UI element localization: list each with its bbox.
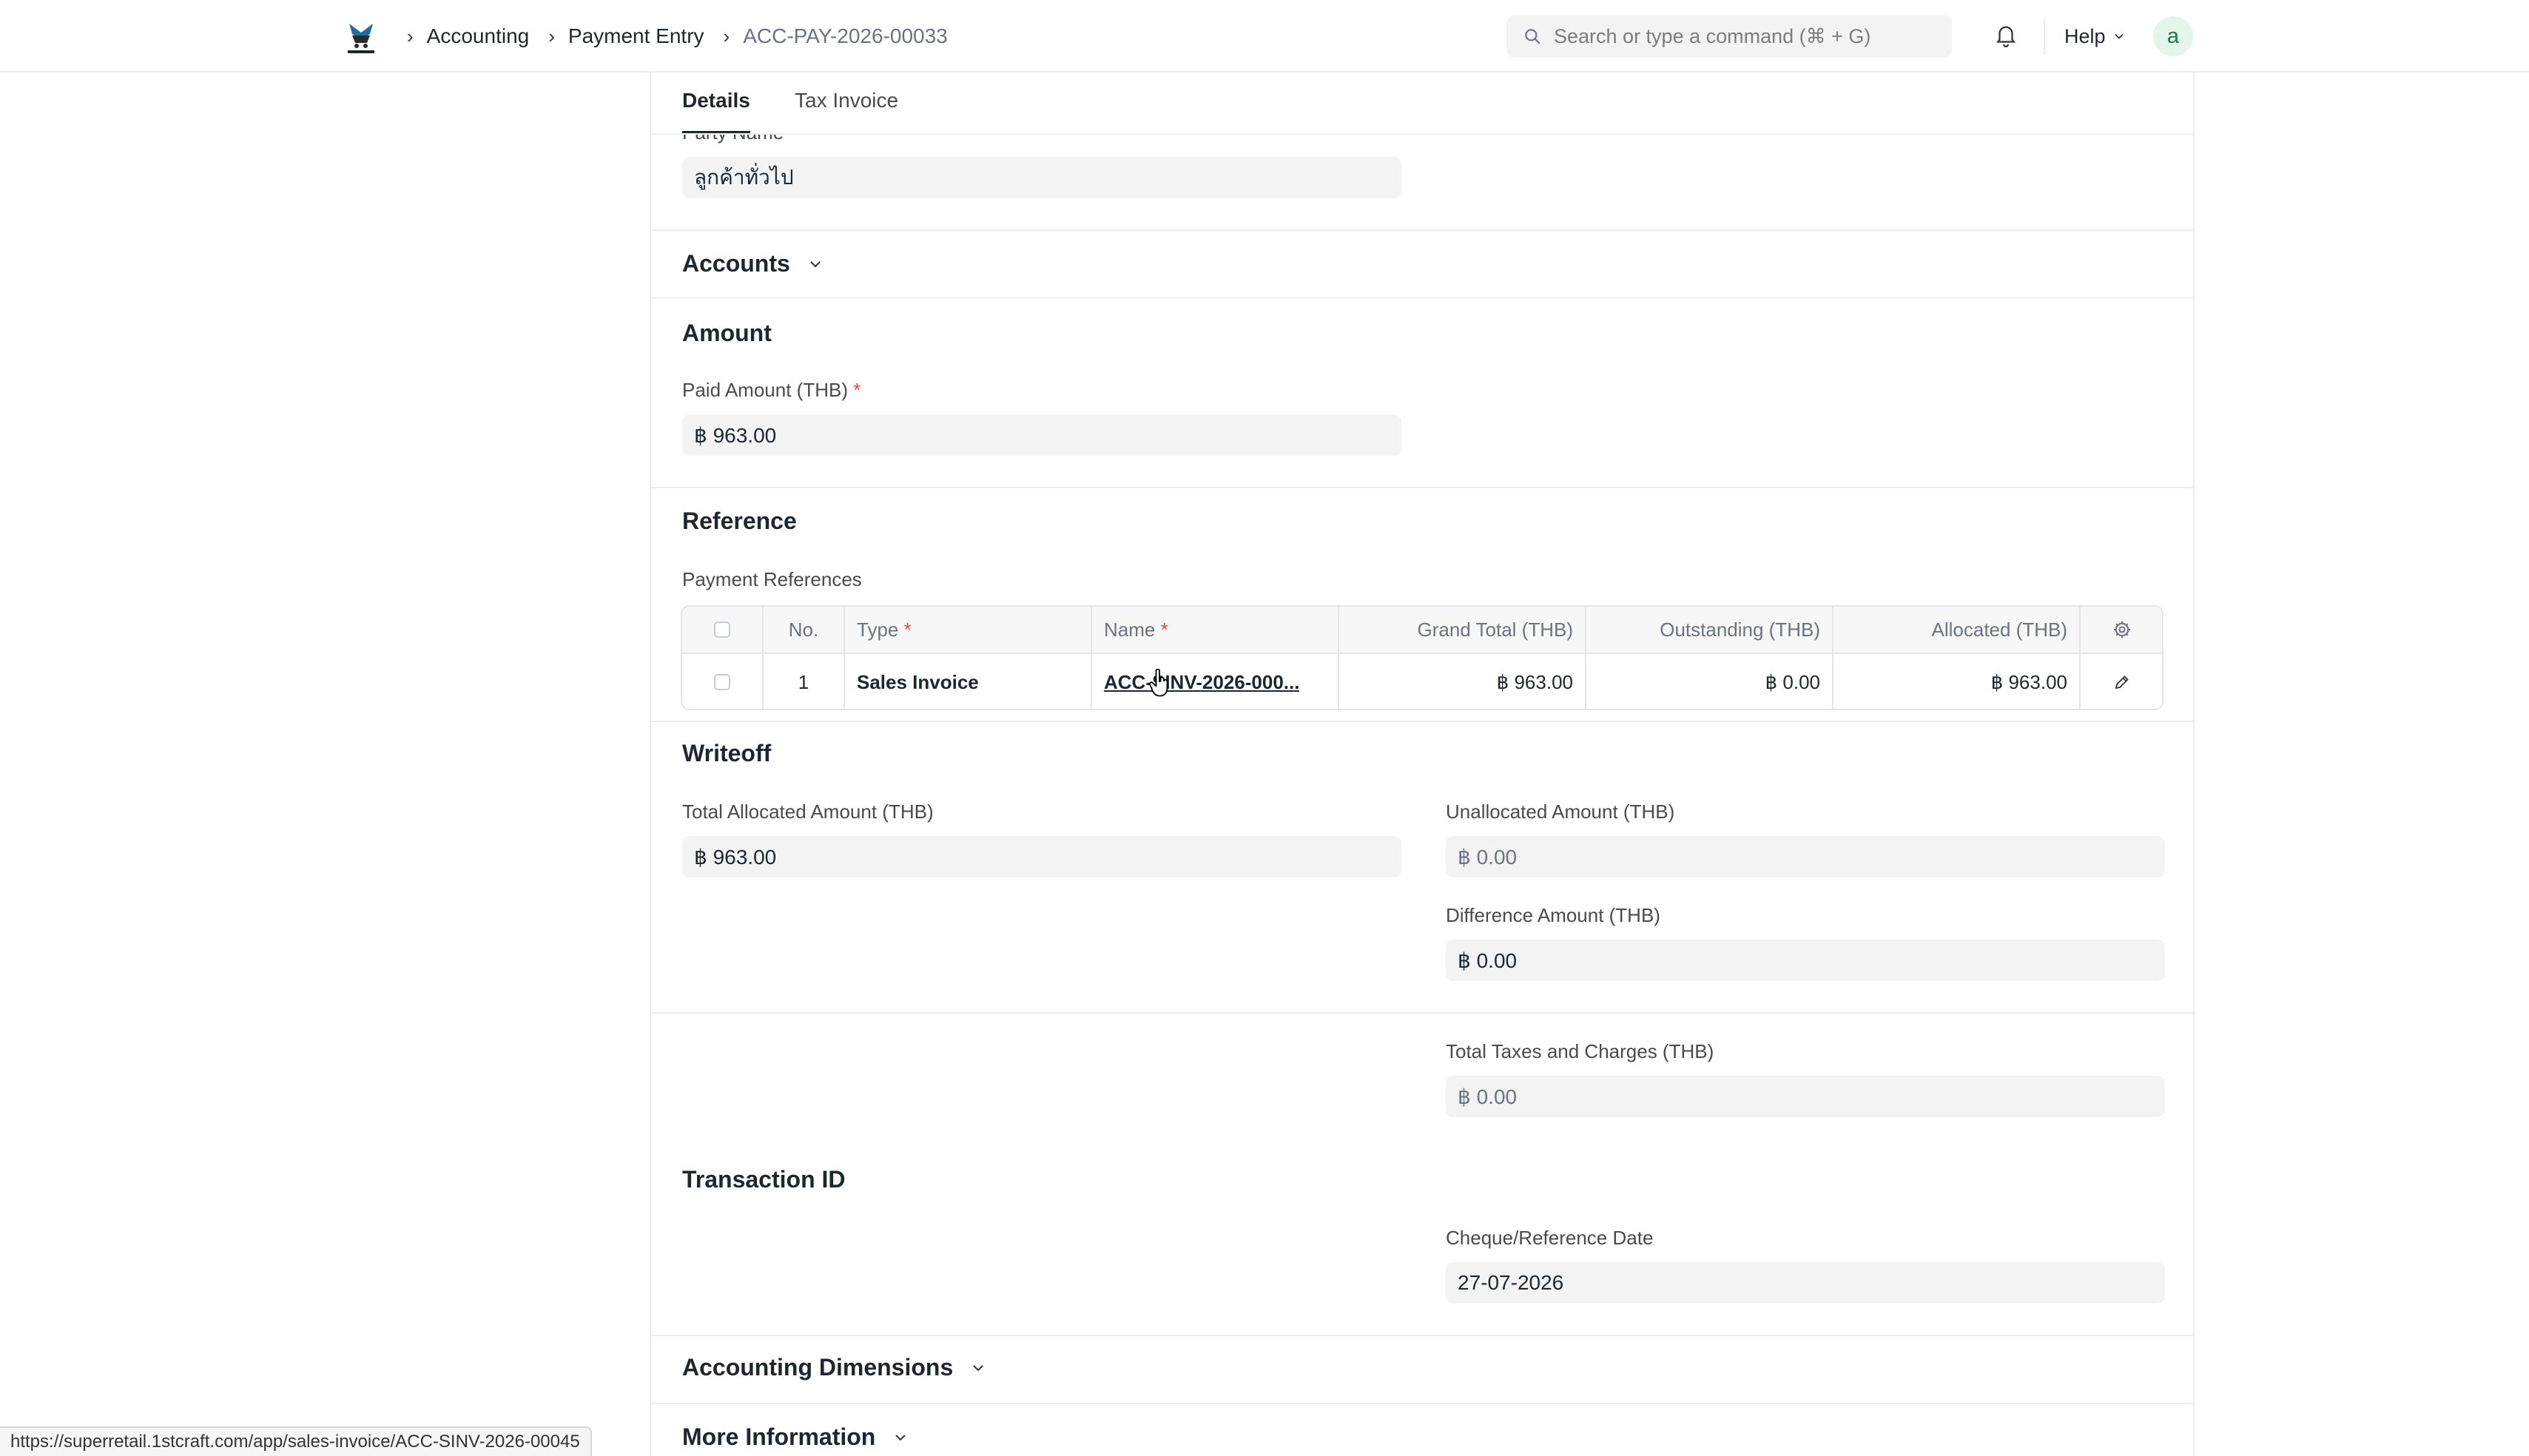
total-taxes-label: Total Taxes and Charges (THB) — [1446, 1040, 1714, 1062]
total-taxes-value: ฿ 0.00 — [1458, 1085, 1518, 1108]
select-all-cell — [682, 607, 764, 653]
section-divider — [651, 721, 2193, 722]
cheque-date-label: Cheque/Reference Date — [1446, 1227, 1654, 1249]
search-input[interactable] — [1554, 24, 1939, 48]
section-divider — [651, 229, 2193, 231]
row-name-cell[interactable]: ACC-SINV-2026-000... — [1092, 654, 1339, 709]
amount-section-title: Amount — [682, 320, 772, 346]
help-label: Help — [2064, 24, 2106, 47]
tab-tax-invoice[interactable]: Tax Invoice — [795, 89, 898, 112]
section-divider — [651, 1012, 2193, 1014]
accounts-section-title: Accounts — [682, 250, 790, 277]
avatar[interactable]: a — [2153, 16, 2193, 56]
chevron-down-icon — [973, 1364, 983, 1371]
column-header-allocated: Allocated (THB) — [1833, 607, 2081, 653]
chevron-right-icon: › — [407, 24, 414, 47]
search-icon — [1525, 29, 1540, 44]
gear-icon[interactable] — [2112, 619, 2132, 640]
column-header-name: Name * — [1092, 607, 1339, 653]
select-all-checkbox[interactable] — [714, 621, 730, 638]
more-information-toggle[interactable]: More Information — [682, 1423, 909, 1451]
column-header-no: No. — [764, 607, 845, 653]
chevron-right-icon: › — [548, 24, 555, 47]
accounting-dimensions-toggle[interactable]: Accounting Dimensions — [682, 1354, 987, 1381]
chevron-right-icon: › — [723, 24, 730, 47]
column-header-outstanding: Outstanding (THB) — [1586, 607, 1833, 653]
edit-pencil-icon[interactable] — [2113, 673, 2131, 691]
form-container: Details Tax Invoice Party Name ลูกค้าทั่… — [650, 73, 2195, 1456]
section-divider — [651, 1335, 2193, 1336]
form-tabs: Details Tax Invoice — [651, 73, 2193, 135]
breadcrumb-accounting[interactable]: Accounting — [427, 24, 530, 48]
notification-bell-icon[interactable] — [1993, 22, 2018, 53]
row-type[interactable]: Sales Invoice — [845, 654, 1092, 709]
chevron-down-icon — [810, 260, 821, 267]
transaction-id-section-title: Transaction ID — [682, 1166, 846, 1193]
status-bar-url: https://superretail.1stcraft.com/app/sal… — [0, 1426, 592, 1456]
column-header-grand-total: Grand Total (THB) — [1339, 607, 1586, 653]
paid-amount-label: Paid Amount (THB) * — [682, 379, 861, 401]
difference-amount-label: Difference Amount (THB) — [1446, 904, 1660, 926]
help-dropdown[interactable]: Help — [2064, 0, 2126, 73]
section-divider — [651, 487, 2193, 488]
unallocated-amount-label: Unallocated Amount (THB) — [1446, 801, 1675, 823]
accounting-dimensions-title: Accounting Dimensions — [682, 1354, 954, 1381]
payment-references-label: Payment References — [682, 568, 862, 590]
tab-details[interactable]: Details — [682, 89, 750, 133]
breadcrumb: › Accounting › Payment Entry › ACC-PAY-2… — [407, 0, 967, 73]
search-bar[interactable] — [1506, 15, 1952, 58]
more-information-title: More Information — [682, 1423, 876, 1450]
paid-amount-field[interactable]: ฿ 963.00 — [682, 414, 1401, 456]
writeoff-section-title: Writeoff — [682, 740, 772, 766]
total-taxes-field[interactable]: ฿ 0.00 — [1446, 1076, 2165, 1117]
row-grand-total: ฿ 963.00 — [1339, 654, 1586, 709]
payment-references-table: No. Type * Name * Grand Total (THB) Outs… — [681, 605, 2163, 710]
navbar-divider — [2044, 18, 2045, 55]
row-no: 1 — [764, 654, 845, 709]
cheque-date-value: 27-07-2026 — [1458, 1271, 1564, 1294]
row-select-cell — [682, 654, 764, 709]
accounts-section-toggle[interactable]: Accounts — [682, 250, 824, 277]
unallocated-amount-field[interactable]: ฿ 0.00 — [1446, 836, 2165, 877]
breadcrumb-payment-entry[interactable]: Payment Entry — [568, 24, 704, 48]
row-edit-cell — [2081, 654, 2162, 709]
total-allocated-field[interactable]: ฿ 963.00 — [682, 836, 1401, 877]
column-settings-cell — [2081, 607, 2162, 653]
table-header: No. Type * Name * Grand Total (THB) Outs… — [682, 607, 2162, 654]
party-name-field[interactable]: ลูกค้าทั่วไป — [682, 157, 1401, 198]
column-header-type: Type * — [845, 607, 1092, 653]
total-allocated-value: ฿ 963.00 — [694, 845, 777, 869]
party-name-value: ลูกค้าทั่วไป — [694, 166, 794, 189]
breadcrumb-current-document[interactable]: ACC-PAY-2026-00033 — [743, 24, 948, 48]
difference-amount-field[interactable]: ฿ 0.00 — [1446, 940, 2165, 981]
chevron-down-icon — [2114, 33, 2124, 39]
difference-amount-value: ฿ 0.00 — [1458, 948, 1518, 972]
table-row[interactable]: 1 Sales Invoice ACC-SINV-2026-000... ฿ 9… — [682, 654, 2162, 709]
paid-amount-value: ฿ 963.00 — [694, 423, 777, 447]
navbar: › Accounting › Payment Entry › ACC-PAY-2… — [0, 0, 2529, 73]
row-checkbox[interactable] — [714, 674, 730, 690]
hand-cursor-icon — [1148, 668, 1171, 702]
app-logo[interactable] — [342, 18, 380, 56]
section-divider — [651, 1403, 2193, 1404]
row-allocated[interactable]: ฿ 963.00 — [1833, 654, 2081, 709]
cheque-date-field[interactable]: 27-07-2026 — [1446, 1262, 2165, 1304]
total-allocated-label: Total Allocated Amount (THB) — [682, 801, 934, 823]
row-outstanding: ฿ 0.00 — [1586, 654, 1833, 709]
reference-section-title: Reference — [682, 508, 797, 534]
row-name-link[interactable]: ACC-SINV-2026-000... — [1104, 671, 1299, 694]
chevron-down-icon — [895, 1434, 906, 1440]
section-divider — [651, 297, 2193, 299]
unallocated-amount-value: ฿ 0.00 — [1458, 845, 1518, 869]
